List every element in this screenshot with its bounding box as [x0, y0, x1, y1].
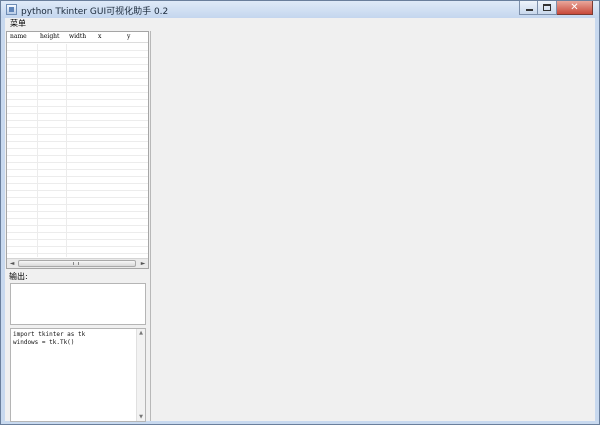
- table-body[interactable]: [7, 44, 148, 257]
- caption-buttons: ✕: [519, 1, 593, 16]
- maximize-icon: [543, 4, 551, 11]
- code-editor[interactable]: import tkinter as tk windows = tk.Tk() ▲…: [10, 328, 146, 422]
- code-line: windows = tk.Tk(): [13, 339, 75, 346]
- column-header-y[interactable]: y: [127, 33, 130, 40]
- column-header-height[interactable]: height: [40, 33, 59, 40]
- column-header-x[interactable]: x: [98, 33, 101, 40]
- column-divider: [66, 44, 67, 257]
- code-line: import tkinter as tk: [13, 331, 86, 338]
- scroll-right-icon[interactable]: ►: [138, 259, 148, 268]
- scroll-thumb[interactable]: [18, 260, 136, 267]
- code-vertical-scrollbar[interactable]: ▲ ▼: [136, 329, 145, 421]
- scroll-left-icon[interactable]: ◄: [7, 259, 17, 268]
- menu-bar: 菜单: [5, 18, 595, 30]
- app-window: python Tkinter GUI可视化助手 0.2 ✕ 菜单 name he…: [0, 0, 600, 425]
- output-label: 输出:: [9, 272, 28, 281]
- column-divider: [37, 44, 38, 257]
- menu-item-main[interactable]: 菜单: [8, 19, 28, 29]
- close-icon: ✕: [570, 2, 579, 13]
- client-area: 菜单 name height width x y ◄ ► 输出: import …: [5, 18, 595, 422]
- grip-icon: [73, 262, 79, 265]
- column-header-name[interactable]: name: [10, 33, 27, 40]
- column-header-width[interactable]: width: [69, 33, 86, 40]
- close-button[interactable]: ✕: [557, 1, 593, 15]
- table-horizontal-scrollbar[interactable]: ◄ ►: [7, 258, 148, 268]
- minimize-icon: [526, 9, 533, 11]
- title-bar[interactable]: python Tkinter GUI可视化助手 0.2 ✕: [1, 1, 599, 18]
- widget-table[interactable]: name height width x y ◄ ►: [6, 31, 149, 269]
- table-header: name height width x y: [7, 32, 148, 43]
- minimize-button[interactable]: [519, 1, 538, 15]
- output-text-area[interactable]: [10, 283, 146, 325]
- scroll-up-icon[interactable]: ▲: [137, 329, 145, 337]
- maximize-button[interactable]: [538, 1, 557, 15]
- app-icon: [6, 4, 17, 15]
- left-panel: name height width x y ◄ ► 输出: import tki…: [5, 31, 151, 422]
- scroll-down-icon[interactable]: ▼: [137, 413, 145, 421]
- design-canvas[interactable]: [152, 31, 595, 421]
- window-title: python Tkinter GUI可视化助手 0.2: [21, 7, 169, 17]
